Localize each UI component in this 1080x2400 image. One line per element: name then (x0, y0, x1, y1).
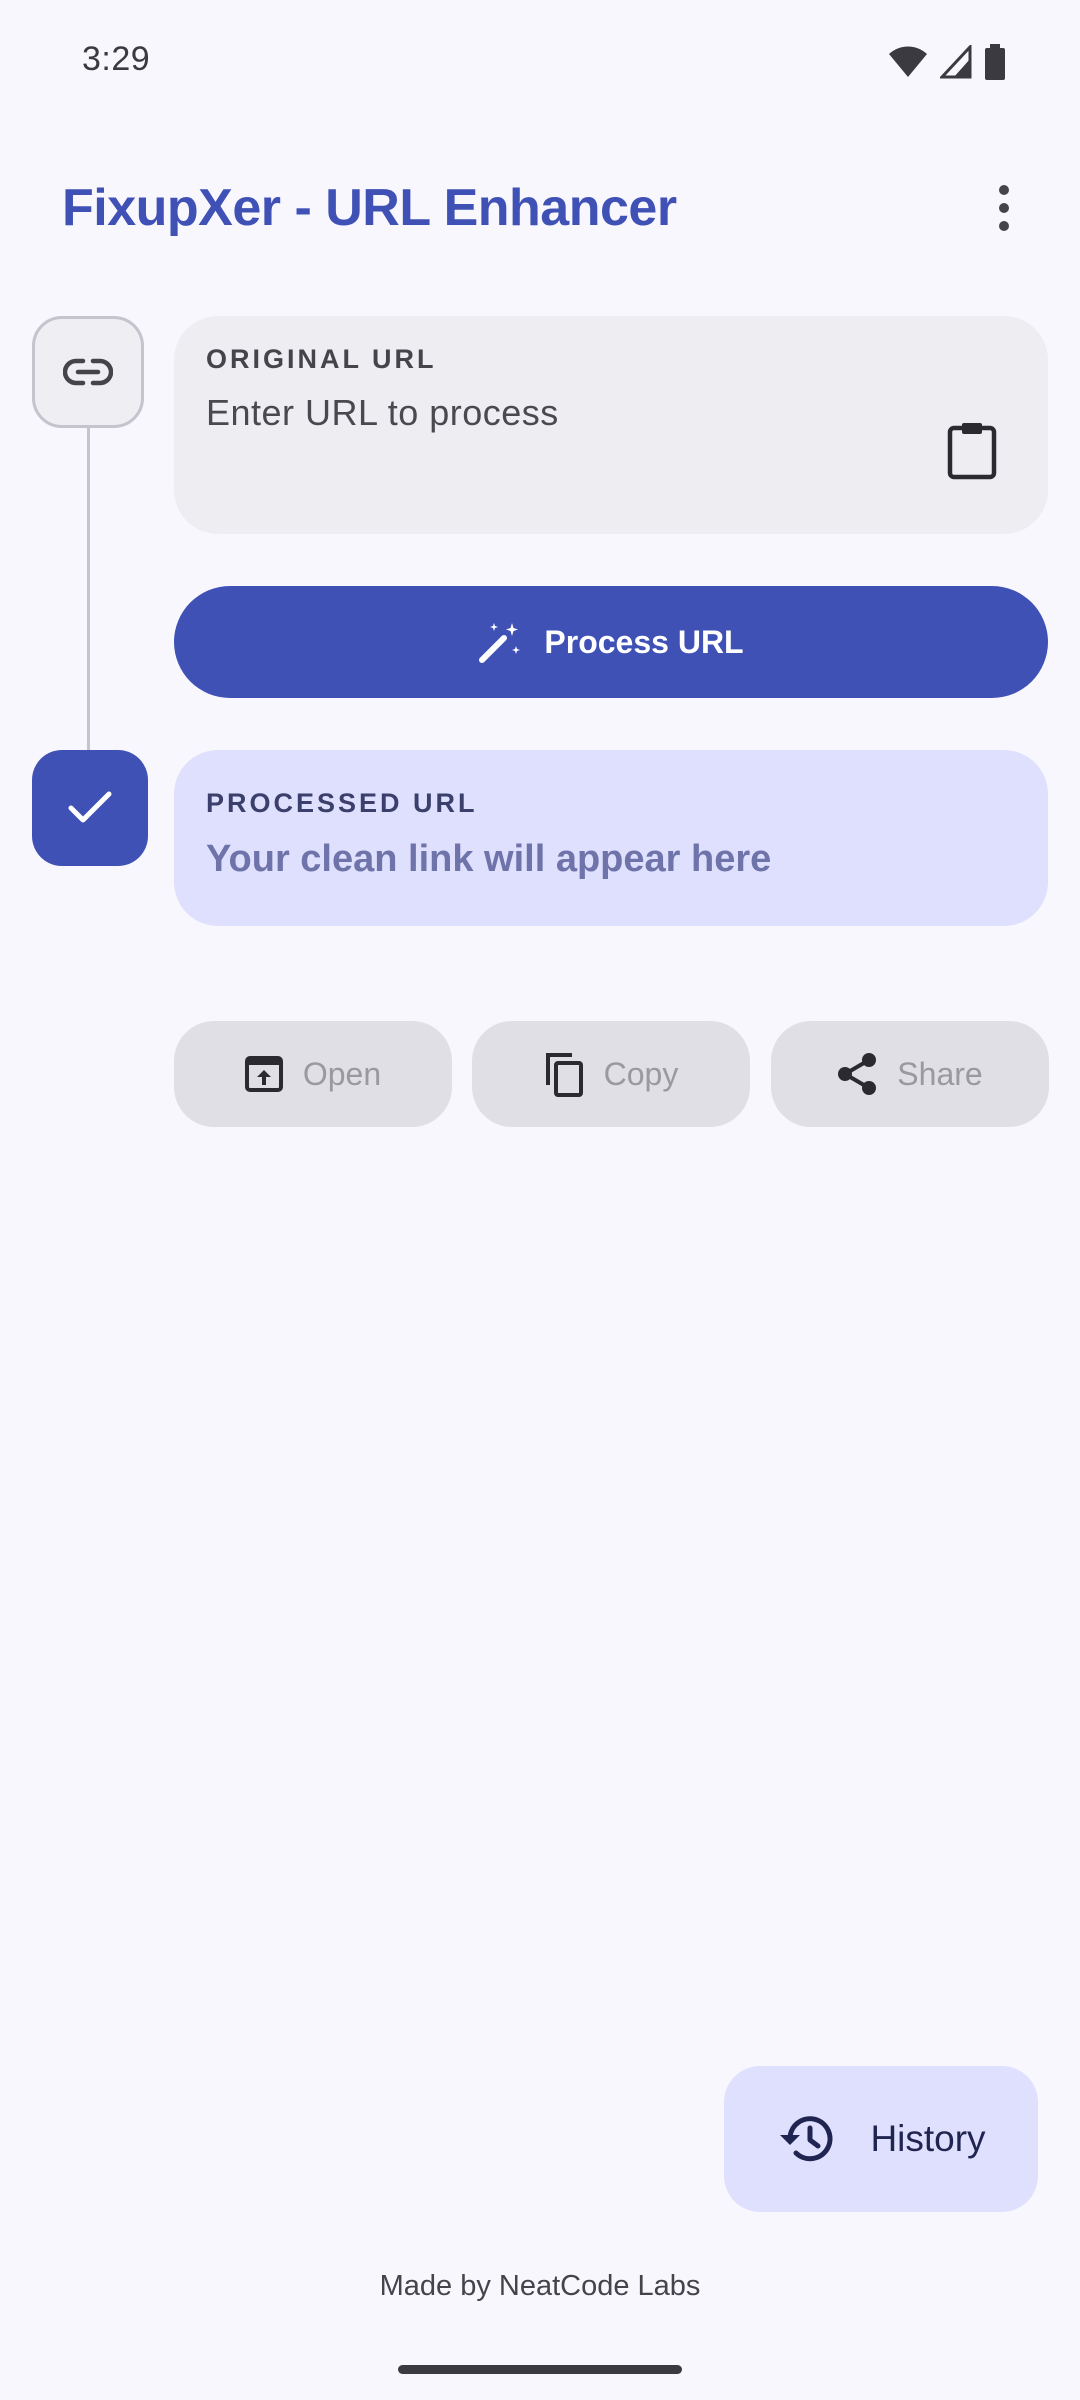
processed-url-value: Your clean link will appear here (206, 838, 772, 880)
original-url-label: ORIGINAL URL (206, 344, 437, 374)
history-label: History (870, 2118, 986, 2159)
cellular-signal-icon (940, 45, 972, 79)
clipboard-icon (947, 423, 997, 480)
wifi-icon (889, 46, 927, 77)
original-url-card: ORIGINAL URL (174, 316, 1048, 534)
process-url-button[interactable]: Process URL (174, 586, 1048, 698)
timeline-connector (87, 428, 90, 752)
processed-url-card: PROCESSED URL Your clean link will appea… (174, 750, 1048, 926)
step-original-indicator (32, 316, 144, 428)
copy-label: Copy (603, 1055, 679, 1092)
footer-credit: Made by NeatCode Labs (379, 2270, 701, 2302)
processed-url-label: PROCESSED URL (206, 788, 478, 818)
battery-icon (985, 44, 1005, 80)
link-icon (63, 358, 113, 386)
copy-button[interactable]: Copy (472, 1021, 750, 1127)
open-label: Open (302, 1055, 382, 1092)
share-button[interactable]: Share (771, 1021, 1049, 1127)
status-time: 3:29 (82, 40, 151, 78)
share-icon (838, 1053, 877, 1095)
open-button[interactable]: Open (174, 1021, 452, 1127)
app-title: FixupXer - URL Enhancer (62, 179, 677, 237)
more-vert-icon (999, 185, 1009, 231)
process-url-label: Process URL (544, 623, 744, 660)
overflow-menu-button[interactable] (972, 176, 1036, 240)
home-indicator[interactable] (398, 2365, 682, 2374)
copy-icon (545, 1053, 583, 1097)
step-processed-indicator (32, 750, 148, 866)
magic-wand-icon (479, 623, 521, 663)
status-icons (888, 44, 1006, 80)
history-icon (780, 2116, 833, 2162)
paste-button[interactable] (940, 414, 1004, 486)
original-url-input[interactable] (206, 392, 886, 434)
history-button[interactable]: History (724, 2066, 1038, 2212)
share-label: Share (897, 1055, 983, 1092)
open-in-browser-icon (244, 1056, 283, 1092)
check-icon (68, 791, 112, 823)
